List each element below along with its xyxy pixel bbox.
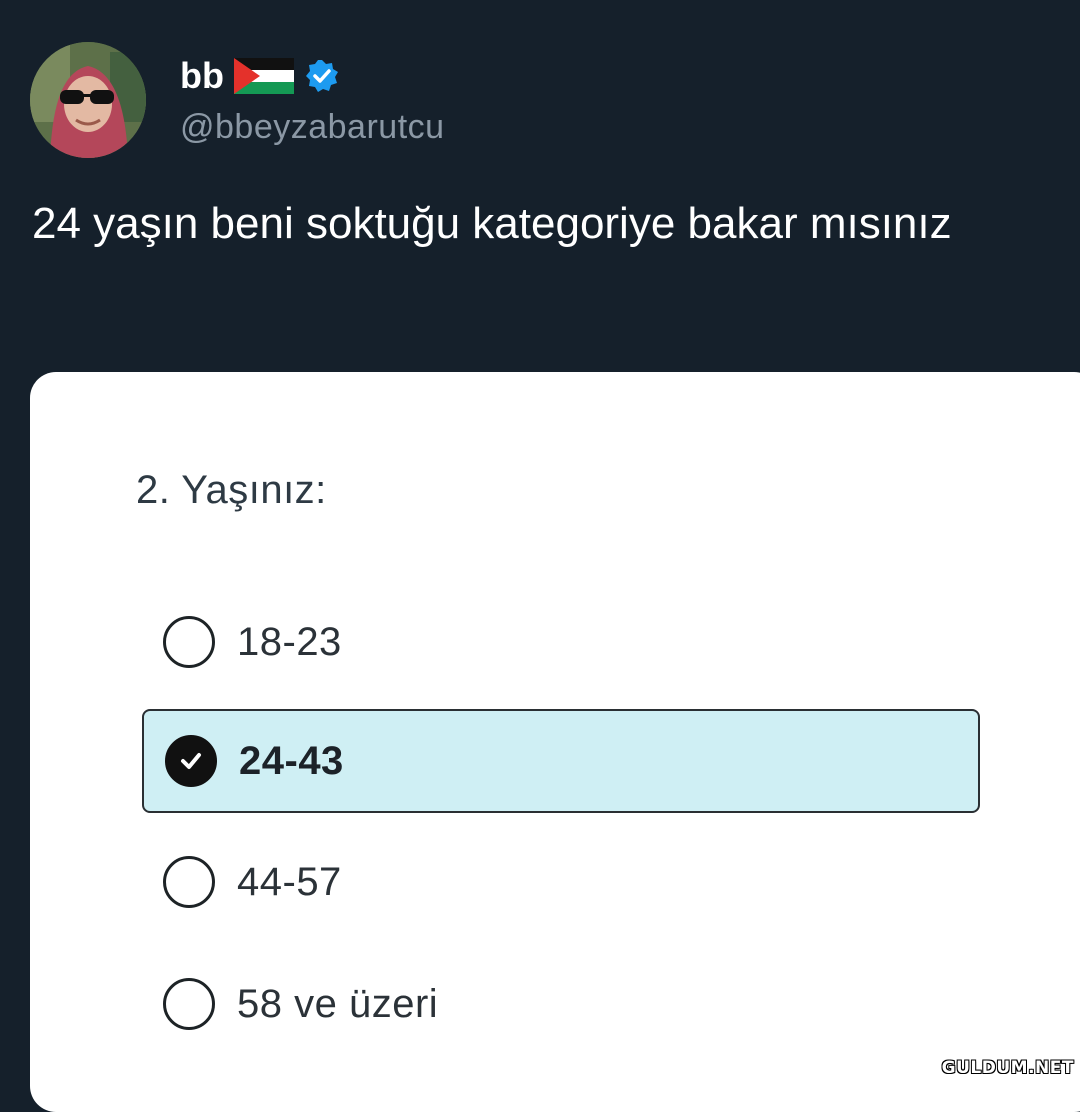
- radio-unchecked-icon[interactable]: [163, 616, 215, 668]
- option-44-57[interactable]: 44-57: [142, 830, 980, 934]
- option-label: 44-57: [237, 859, 342, 904]
- tweet-header: bb @bbeyzabarutcu: [30, 42, 1050, 160]
- user-info: bb @bbeyzabarutcu: [180, 52, 445, 147]
- display-name[interactable]: bb: [180, 55, 224, 97]
- radio-unchecked-icon[interactable]: [163, 856, 215, 908]
- avatar-image: [30, 42, 146, 158]
- option-label: 24-43: [239, 738, 344, 783]
- option-58-plus[interactable]: 58 ve üzeri: [142, 952, 980, 1056]
- radio-unchecked-icon[interactable]: [163, 978, 215, 1030]
- verified-badge-icon: [304, 58, 340, 94]
- checkmark-icon: [181, 753, 201, 769]
- survey-question: 2. Yaşınız:: [136, 468, 327, 512]
- user-handle[interactable]: @bbeyzabarutcu: [180, 108, 445, 147]
- option-24-43[interactable]: 24-43: [142, 709, 980, 813]
- radio-checked-icon[interactable]: [165, 735, 217, 787]
- option-18-23[interactable]: 18-23: [142, 590, 980, 694]
- option-label: 18-23: [237, 619, 342, 664]
- watermark: GULDUM.NET: [941, 1058, 1074, 1078]
- avatar[interactable]: [30, 42, 146, 158]
- option-label: 58 ve üzeri: [237, 981, 439, 1026]
- palestine-flag-icon: [233, 58, 294, 94]
- tweet-text: 24 yaşın beni soktuğu kategoriye bakar m…: [32, 199, 952, 248]
